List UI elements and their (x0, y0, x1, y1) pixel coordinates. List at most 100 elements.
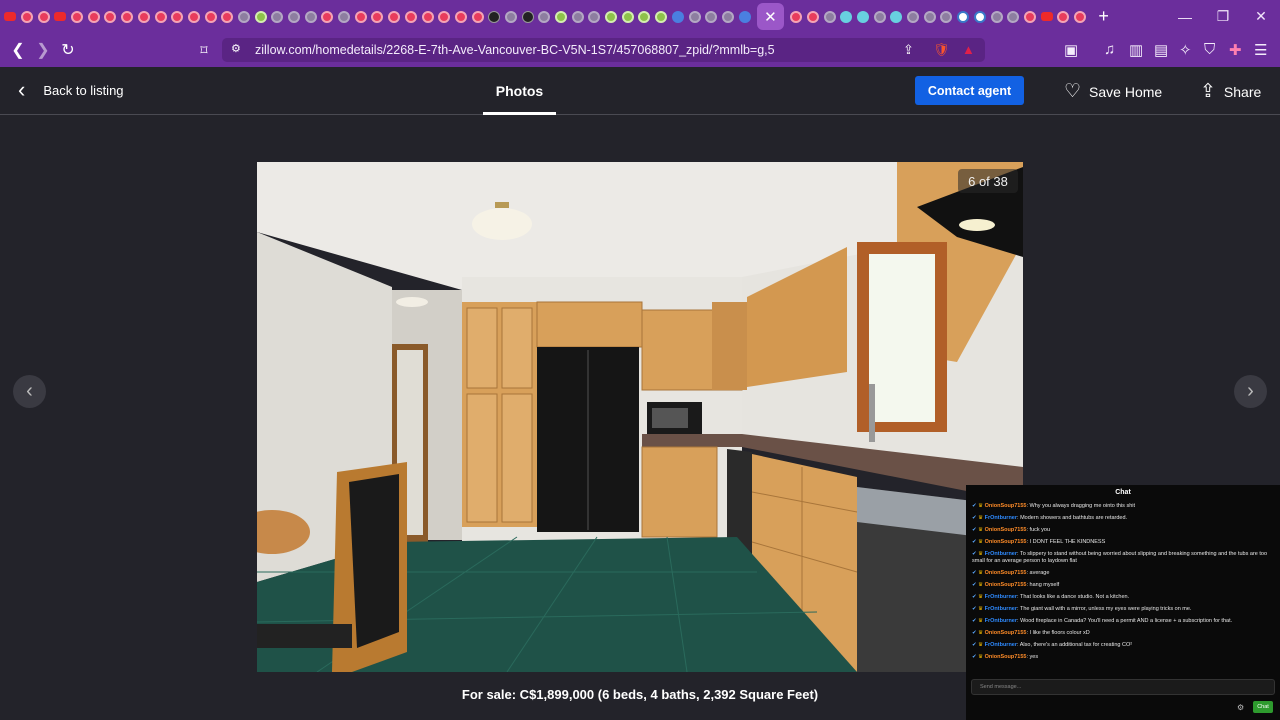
extension-icon[interactable]: ✚ (1229, 41, 1242, 59)
next-photo-button[interactable]: › (1234, 375, 1267, 408)
tab-favicon[interactable] (302, 0, 319, 33)
previous-photo-button[interactable]: ‹ (13, 375, 46, 408)
listing-photo[interactable] (257, 162, 1023, 672)
chat-username[interactable]: FrOntburner (985, 551, 1017, 557)
tab-favicon[interactable] (1005, 0, 1022, 33)
site-settings-icon[interactable]: ⚙ (231, 42, 241, 55)
tab-favicon[interactable] (136, 0, 153, 33)
chat-username[interactable]: FrOntburner (985, 618, 1017, 624)
tab-favicon[interactable] (1038, 0, 1055, 33)
wallet-icon[interactable]: ▤ (1154, 41, 1168, 59)
tab-favicon[interactable] (186, 0, 203, 33)
forward-arrow-icon[interactable]: ❯ (31, 38, 55, 62)
menu-icon[interactable]: ☰ (1254, 41, 1267, 59)
tab-favicon[interactable] (1022, 0, 1039, 33)
tab-favicon[interactable] (202, 0, 219, 33)
chat-username[interactable]: FrOntburner (985, 515, 1017, 521)
reload-icon[interactable]: ↻ (56, 38, 80, 62)
share-button[interactable]: ⇪ Share (1200, 80, 1261, 103)
music-icon[interactable]: ♫ (1104, 41, 1115, 58)
tab-favicon[interactable] (52, 0, 69, 33)
tab-favicon[interactable] (619, 0, 636, 33)
tab-favicon[interactable] (352, 0, 369, 33)
restore-button[interactable]: ❐ (1204, 0, 1242, 33)
vpn-icon[interactable]: ⛉ (1204, 41, 1215, 58)
tab-favicon[interactable] (788, 0, 805, 33)
leo-ai-icon[interactable]: ✧ (1179, 41, 1192, 59)
tab-favicon[interactable] (855, 0, 872, 33)
tab-favicon[interactable] (486, 0, 503, 33)
tab-favicon[interactable] (35, 0, 52, 33)
brave-rewards-icon[interactable]: ▲ (962, 42, 975, 57)
tab-favicon[interactable] (503, 0, 520, 33)
tab-favicon[interactable] (152, 0, 169, 33)
tab-favicon[interactable] (736, 0, 753, 33)
share-page-icon[interactable]: ⇪ (903, 42, 914, 58)
tab-favicon[interactable] (603, 0, 620, 33)
tab-favicon[interactable] (921, 0, 938, 33)
chat-username[interactable]: FrOntburner (985, 606, 1017, 612)
active-tab[interactable]: ✕ (756, 3, 784, 30)
chat-username[interactable]: OnionSoup7155 (985, 503, 1027, 509)
tab-favicon[interactable] (386, 0, 403, 33)
tab-favicon[interactable] (938, 0, 955, 33)
brave-shield-icon[interactable]: 🛡 (933, 42, 950, 58)
save-home-button[interactable]: ♡ Save Home (1064, 80, 1162, 103)
tab-favicon[interactable] (469, 0, 486, 33)
chat-username[interactable]: OnionSoup7155 (985, 570, 1027, 576)
tab-favicon[interactable] (871, 0, 888, 33)
chat-send-button[interactable]: Chat (1253, 701, 1273, 713)
tab-favicon[interactable] (419, 0, 436, 33)
tab-favicon[interactable] (319, 0, 336, 33)
tab-favicon[interactable] (586, 0, 603, 33)
tab-favicon[interactable] (102, 0, 119, 33)
tab-favicon[interactable] (553, 0, 570, 33)
tab-favicon[interactable] (403, 0, 420, 33)
tab-favicon[interactable] (436, 0, 453, 33)
tab-favicon[interactable] (85, 0, 102, 33)
tab-favicon[interactable] (720, 0, 737, 33)
contact-agent-button[interactable]: Contact agent (915, 76, 1024, 105)
tab-favicon[interactable] (119, 0, 136, 33)
tab-favicon[interactable] (536, 0, 553, 33)
sidebar-icon[interactable]: ▥ (1129, 41, 1143, 59)
tab-favicon[interactable] (888, 0, 905, 33)
tab-favicon[interactable] (2, 0, 19, 33)
tab-favicon[interactable] (519, 0, 536, 33)
tab-favicon[interactable] (336, 0, 353, 33)
tab-favicon[interactable] (905, 0, 922, 33)
tab-favicon[interactable] (236, 0, 253, 33)
tab-favicon[interactable] (636, 0, 653, 33)
tab-favicon[interactable] (19, 0, 36, 33)
tab-favicon[interactable] (1072, 0, 1089, 33)
tab-favicon[interactable] (219, 0, 236, 33)
tab-favicon[interactable] (805, 0, 822, 33)
tab-favicon[interactable] (703, 0, 720, 33)
tab-favicon[interactable] (838, 0, 855, 33)
tab-favicon[interactable] (670, 0, 687, 33)
tab-favicon[interactable] (686, 0, 703, 33)
tab-favicon[interactable] (955, 0, 972, 33)
tab-favicon[interactable] (653, 0, 670, 33)
tab-favicon[interactable] (286, 0, 303, 33)
tab-favicon[interactable] (69, 0, 86, 33)
tab-favicon[interactable] (269, 0, 286, 33)
chat-username[interactable]: OnionSoup7155 (985, 539, 1027, 545)
chat-username[interactable]: FrOntburner (985, 594, 1017, 600)
address-bar[interactable]: ⚙ zillow.com/homedetails/2268-E-7th-Ave-… (222, 38, 985, 62)
tab-photos[interactable]: Photos (483, 67, 556, 115)
close-window-button[interactable]: ✕ (1242, 0, 1280, 33)
chat-username[interactable]: FrOntburner (985, 642, 1017, 648)
tab-favicon[interactable] (988, 0, 1005, 33)
tab-favicon[interactable] (972, 0, 989, 33)
minimize-button[interactable]: — (1166, 0, 1204, 33)
tab-favicon[interactable] (1055, 0, 1072, 33)
chat-username[interactable]: OnionSoup7155 (985, 630, 1027, 636)
back-to-listing-link[interactable]: ‹ Back to listing (18, 79, 124, 101)
tab-favicon[interactable] (821, 0, 838, 33)
new-tab-button[interactable]: + (1098, 6, 1109, 27)
back-arrow-icon[interactable]: ❮ (6, 38, 30, 62)
chat-username[interactable]: OnionSoup7155 (985, 654, 1027, 660)
chat-username[interactable]: OnionSoup7155 (985, 582, 1027, 588)
chat-username[interactable]: OnionSoup7155 (985, 527, 1027, 533)
